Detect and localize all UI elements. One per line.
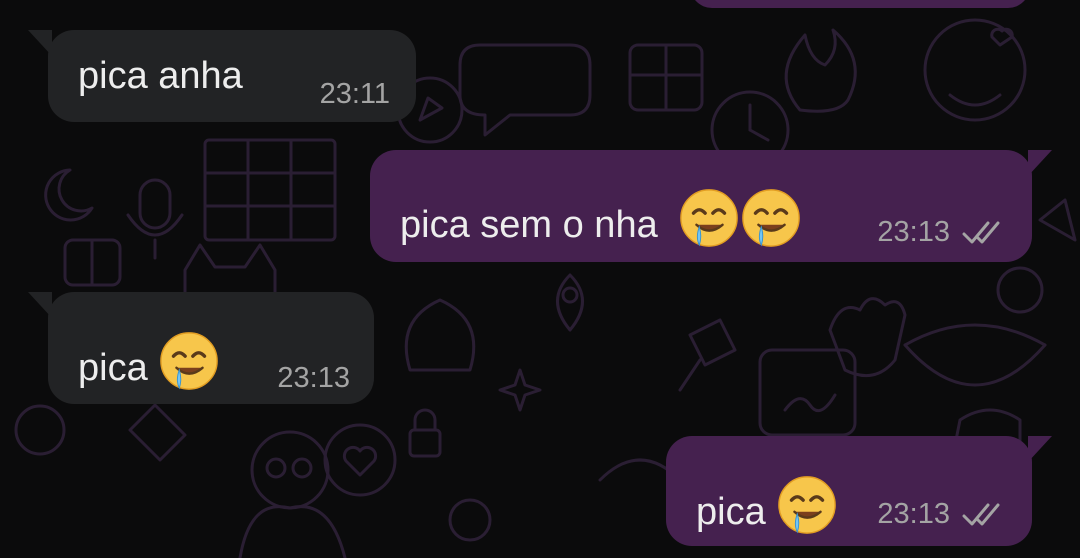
message-time: 23:13: [277, 362, 350, 394]
message-time: 23:11: [319, 78, 390, 110]
outgoing-message-bubble[interactable]: pica sem o nha 23:13: [370, 150, 1052, 262]
incoming-message-bubble[interactable]: pica anha 23:11: [28, 30, 416, 122]
bubble-tail: [28, 292, 52, 318]
message-text-content: pica: [78, 347, 148, 389]
previous-outgoing-bubble-fragment: [690, 0, 1030, 8]
emoji-group: [678, 187, 802, 249]
message-text: pica anha: [78, 55, 243, 97]
message-meta: 23:13: [877, 500, 1006, 529]
message-text: pica: [78, 330, 220, 392]
outgoing-message-bubble[interactable]: pica 23:13: [666, 436, 1052, 546]
drooling-face-emoji-icon: [680, 189, 739, 247]
emoji-group: [158, 330, 220, 392]
message-meta: 23:11: [320, 80, 390, 109]
message-time: 23:13: [877, 216, 950, 248]
message-meta: 23:13: [877, 218, 1006, 247]
message-text: pica: [696, 474, 838, 536]
message-text: pica sem o nha: [400, 187, 802, 249]
message-text-content: pica: [696, 491, 766, 533]
drooling-face-emoji-icon: [160, 332, 219, 390]
message-text-content: pica sem o nha: [400, 204, 658, 246]
drooling-face-emoji-icon: [742, 189, 801, 247]
message-meta: 23:13: [277, 364, 350, 393]
bubble-tail: [1028, 436, 1052, 462]
bubble-tail: [28, 30, 52, 56]
double-check-read-icon: [962, 503, 1000, 525]
drooling-face-emoji-icon: [778, 476, 837, 534]
bubble-tail: [1028, 150, 1052, 176]
incoming-message-bubble[interactable]: pica 23:13: [28, 292, 374, 404]
message-time: 23:13: [877, 498, 950, 530]
double-check-read-icon: [962, 221, 1000, 243]
emoji-group: [776, 474, 838, 536]
